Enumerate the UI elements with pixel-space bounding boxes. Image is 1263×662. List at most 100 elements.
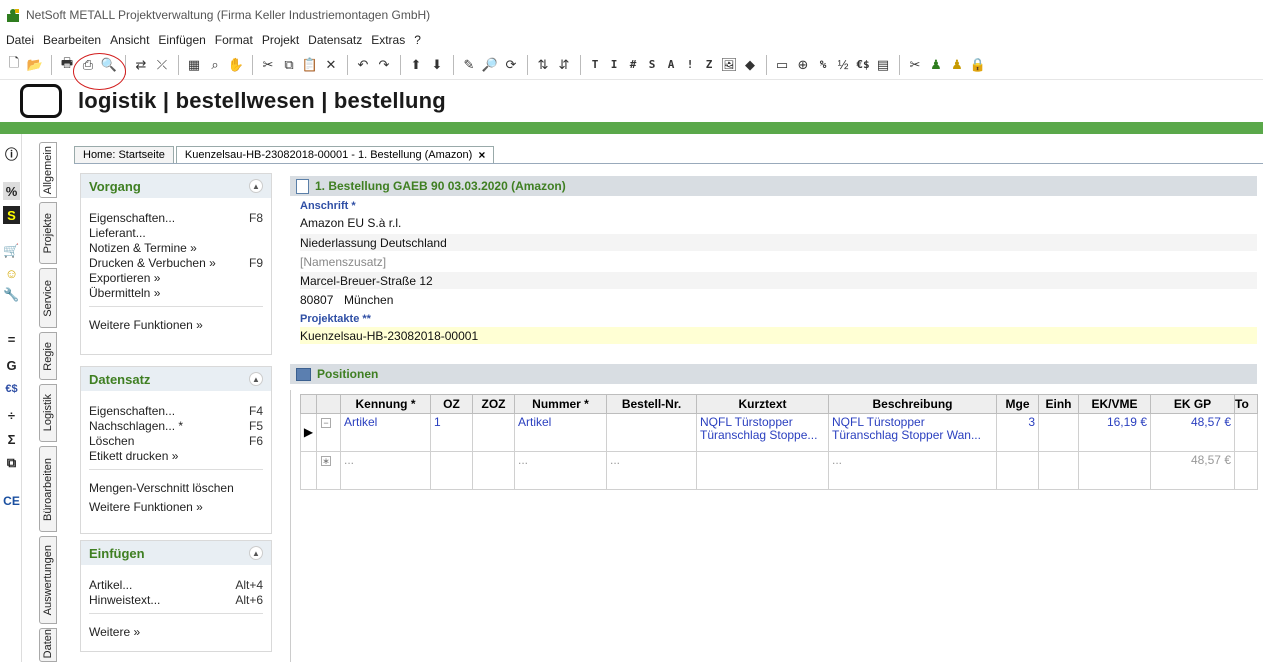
vtab-service[interactable]: Service xyxy=(39,268,57,328)
cell-bestellnr[interactable] xyxy=(606,413,697,452)
wrench-icon[interactable]: 🔧 xyxy=(3,286,20,304)
ce-icon[interactable]: CE xyxy=(3,492,20,510)
grid-icon[interactable]: ▦ xyxy=(184,54,204,76)
action-drucken-verbuchen[interactable]: Drucken & Verbuchen » F9 xyxy=(81,255,271,270)
action-weitere-funktionen[interactable]: Weitere Funktionen » xyxy=(81,317,271,332)
collapse-icon[interactable]: ▲ xyxy=(249,546,263,560)
tools-icon[interactable]: ✂ xyxy=(905,54,925,76)
menu-bearbeiten[interactable]: Bearbeiten xyxy=(43,33,101,47)
collapse-icon[interactable]: ▲ xyxy=(249,372,263,386)
cell-einh[interactable] xyxy=(1038,451,1079,490)
vtab-regie[interactable]: Regie xyxy=(39,332,57,380)
action-eigenschaften[interactable]: Eigenschaften... F8 xyxy=(81,210,271,225)
toolbar-a-button[interactable]: A xyxy=(662,54,680,76)
cell-kennung[interactable]: Artikel xyxy=(340,413,431,452)
calculator-icon[interactable]: ▤ xyxy=(873,54,893,76)
panel-header[interactable]: Einfügen ▲ xyxy=(81,541,271,565)
action-hinweistext-einfuegen[interactable]: Hinweistext... Alt+6 xyxy=(81,592,271,607)
column-header-einh[interactable]: Einh xyxy=(1038,394,1079,414)
cell-ek-gp[interactable]: 48,57 € xyxy=(1150,451,1235,490)
vtab-bueroarbeiten[interactable]: Büroarbeiten xyxy=(39,446,57,532)
fraction-icon[interactable]: ½ xyxy=(833,54,853,76)
cell-mge[interactable] xyxy=(996,451,1039,490)
divide-icon[interactable]: ÷ xyxy=(3,406,20,424)
toolbar-hash-button[interactable]: # xyxy=(624,54,642,76)
percent-icon[interactable]: % xyxy=(3,182,20,200)
arrow-down-icon[interactable]: ⬇ xyxy=(427,54,447,76)
cell-oz[interactable]: 1 xyxy=(430,413,473,452)
undo-icon[interactable]: ↶ xyxy=(353,54,373,76)
menu-format[interactable]: Format xyxy=(215,33,253,47)
cell-truncated[interactable] xyxy=(1234,413,1258,452)
cell-ek-vme[interactable]: 16,19 € xyxy=(1078,413,1151,452)
collapse-icon[interactable]: ▲ xyxy=(249,179,263,193)
open-folder-icon[interactable]: 📂 xyxy=(25,54,45,76)
print-options-icon[interactable]: ⎙ xyxy=(78,54,98,76)
column-header-ek-gp[interactable]: EK GP xyxy=(1150,394,1235,414)
sigma-icon[interactable]: Σ xyxy=(3,430,20,448)
arrow-up-icon[interactable]: ⬆ xyxy=(406,54,426,76)
row-selector[interactable] xyxy=(300,451,317,490)
sort-ascending-icon[interactable]: ⇅ xyxy=(533,54,553,76)
person-green-icon[interactable]: ♟ xyxy=(926,54,946,76)
cell-nummer[interactable]: Artikel xyxy=(514,413,607,452)
zoom-icon[interactable]: ⌕ xyxy=(205,54,225,76)
row-expand[interactable]: − xyxy=(316,413,341,452)
menu-einfuegen[interactable]: Einfügen xyxy=(158,33,205,47)
shapes-icon[interactable]: ◆ xyxy=(740,54,760,76)
paste-icon[interactable]: 📋 xyxy=(300,54,320,76)
s-icon[interactable]: S xyxy=(3,206,20,224)
cell-zoz[interactable] xyxy=(472,413,515,452)
toolbar-i-button[interactable]: I xyxy=(605,54,623,76)
action-exportieren[interactable]: Exportieren » xyxy=(81,270,271,285)
toolbar-z-button[interactable]: Z xyxy=(700,54,718,76)
cell-kennung[interactable]: ... xyxy=(340,451,431,490)
projektakte-field[interactable]: Kuenzelsau-HB-23082018-00001 xyxy=(300,327,1257,344)
panel-header[interactable]: Vorgang ▲ xyxy=(81,174,271,198)
column-header-mge[interactable]: Mge xyxy=(996,394,1039,414)
refresh-icon[interactable]: ⟳ xyxy=(501,54,521,76)
column-header-zoz[interactable]: ZOZ xyxy=(472,394,515,414)
vtab-projekte[interactable]: Projekte xyxy=(39,202,57,264)
menu-datensatz[interactable]: Datensatz xyxy=(308,33,362,47)
print-icon[interactable]: 🖶 xyxy=(57,54,77,76)
cell-zoz[interactable] xyxy=(472,451,515,490)
g-icon[interactable]: G xyxy=(3,356,20,374)
action-weitere[interactable]: Weitere » xyxy=(81,624,271,639)
table-row[interactable]: ▶ − Artikel 1 Artikel NQFL Türstopper Tür… xyxy=(300,413,1258,452)
action-etikett-drucken[interactable]: Etikett drucken » xyxy=(81,448,271,463)
column-header-truncated[interactable]: To xyxy=(1234,394,1258,414)
tab-home[interactable]: Home: Startseite xyxy=(74,146,174,163)
menu-projekt[interactable]: Projekt xyxy=(262,33,299,47)
address-name1-field[interactable]: Amazon EU S.à r.l. xyxy=(300,214,1257,231)
action-nachschlagen[interactable]: Nachschlagen... * F5 xyxy=(81,418,271,433)
cell-kurztext[interactable]: NQFL Türstopper Türanschlag Stoppe... xyxy=(696,413,829,452)
new-document-icon[interactable]: 🗋 xyxy=(4,54,24,76)
cell-ek-vme[interactable] xyxy=(1078,451,1151,490)
collapse-row-icon[interactable]: − xyxy=(321,418,331,428)
column-header-oz[interactable]: OZ xyxy=(430,394,473,414)
info-icon[interactable]: ⓘ xyxy=(3,144,20,162)
print-preview-icon[interactable]: 🔍 xyxy=(99,54,119,76)
address-city-field[interactable]: München xyxy=(344,293,393,307)
cell-nummer[interactable]: ... xyxy=(514,451,607,490)
action-uebermitteln[interactable]: Übermitteln » xyxy=(81,285,271,300)
vtab-auswertungen[interactable]: Auswertungen xyxy=(39,536,57,624)
link-icon[interactable]: ⇄ xyxy=(131,54,151,76)
action-lieferant[interactable]: Lieferant... xyxy=(81,225,271,240)
action-notizen-termine[interactable]: Notizen & Termine » xyxy=(81,240,271,255)
column-header-kurztext[interactable]: Kurztext xyxy=(696,394,829,414)
cell-ek-gp[interactable]: 48,57 € xyxy=(1150,413,1235,452)
lock-icon[interactable]: 🔒 xyxy=(968,54,988,76)
hand-icon[interactable]: ✋ xyxy=(226,54,246,76)
address-street-field[interactable]: Marcel-Breuer-Straße 12 xyxy=(300,272,1257,289)
cell-beschreibung[interactable]: NQFL Türstopper Türanschlag Stopper Wan..… xyxy=(828,413,997,452)
action-datensatz-eigenschaften[interactable]: Eigenschaften... F4 xyxy=(81,403,271,418)
toolbar-s-button[interactable]: S xyxy=(643,54,661,76)
smiley-icon[interactable]: ☺ xyxy=(3,264,20,282)
panel-header[interactable]: Datensatz ▲ xyxy=(81,367,271,391)
column-header-kennung[interactable]: Kennung * xyxy=(340,394,431,414)
cell-bestellnr[interactable]: ... xyxy=(606,451,697,490)
toolbar-t-button[interactable]: T xyxy=(586,54,604,76)
cell-kurztext[interactable] xyxy=(696,451,829,490)
